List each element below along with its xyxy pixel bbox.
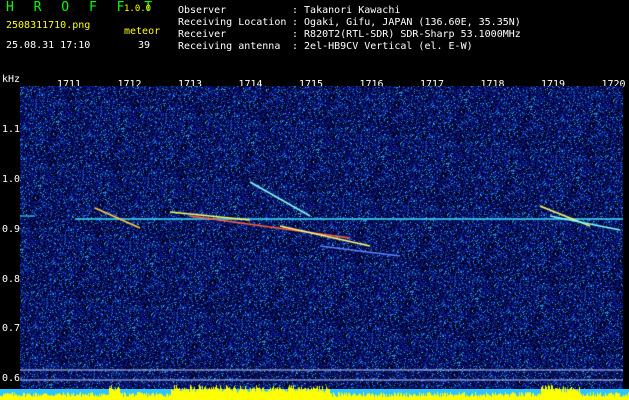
file-name: 2508311710.png bbox=[6, 20, 91, 31]
y-tick-label: 1.1 bbox=[2, 124, 21, 135]
signal-level-graph bbox=[0, 378, 629, 400]
meteor-count: 39 bbox=[138, 40, 151, 51]
app-version: 1.0.0 bbox=[124, 4, 152, 14]
antenna-key: Receiving antenna bbox=[178, 41, 281, 52]
observer-key: Observer bbox=[178, 5, 227, 16]
observer-value: : Takanori Kawachi bbox=[292, 5, 401, 16]
receiver-value: : R820T2(RTL-SDR) SDR-Sharp 53.1000MHz bbox=[292, 29, 521, 40]
y-tick-label: 0.9 bbox=[2, 224, 21, 235]
y-tick-label: 0.7 bbox=[2, 323, 21, 334]
receiver-key: Receiver bbox=[178, 29, 227, 40]
y-tick-label: 0.8 bbox=[2, 274, 21, 285]
location-value: : Ogaki, Gifu, JAPAN (136.60E, 35.35N) bbox=[292, 17, 521, 28]
y-tick-label: 1.0 bbox=[2, 174, 21, 185]
spectrogram bbox=[20, 86, 623, 390]
timestamp: 25.08.31 17:10 bbox=[6, 40, 91, 51]
frequency-unit-label: kHz bbox=[2, 74, 21, 85]
info-header: H R O F F T 1.0.0 2508311710.png 25.08.3… bbox=[0, 0, 629, 74]
location-key: Receiving Location bbox=[178, 17, 287, 28]
antenna-value: : 2el-HB9CV Vertical (el. E-W) bbox=[292, 41, 473, 52]
meteor-label: meteor bbox=[124, 26, 161, 37]
